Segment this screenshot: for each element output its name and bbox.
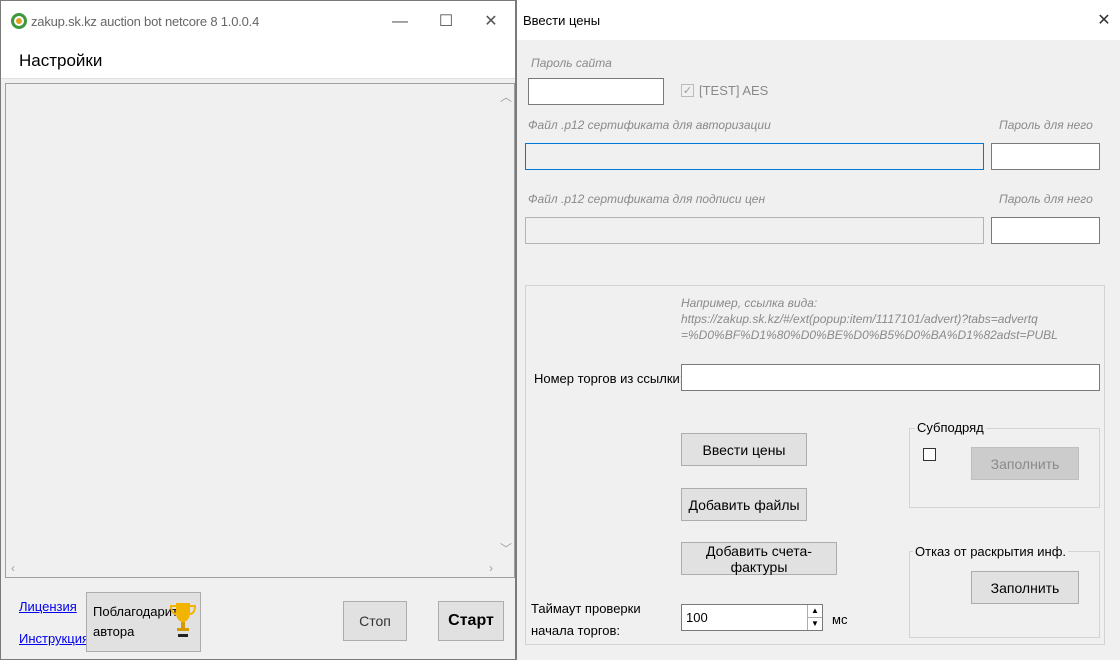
scroll-down-icon[interactable]: ﹀ <box>500 540 512 557</box>
dialog-titlebar: Ввести цены ✕ <box>517 0 1120 40</box>
disclosure-group-title: Отказ от раскрытия инф. <box>913 544 1069 559</box>
timeout-unit: мс <box>832 612 848 627</box>
main-titlebar: zakup.sk.kz auction bot netcore 8 1.0.0.… <box>1 1 515 41</box>
trophy-icon <box>170 603 196 637</box>
sign-cert-label: Файл .p12 сертификата для подписи цен <box>528 192 766 206</box>
link-example-line-3: =%D0%BF%D1%80%D0%BE%D0%B5%D0%BA%D1%82ads… <box>681 328 1058 342</box>
sign-cert-password-label: Пароль для него <box>999 192 1093 206</box>
settings-panel[interactable]: ︿ ﹀ ‹ › <box>5 83 515 578</box>
maximize-icon[interactable]: ☐ <box>431 7 461 37</box>
scroll-up-icon[interactable]: ︿ <box>500 88 512 105</box>
dialog-title: Ввести цены <box>523 13 601 28</box>
aes-checkbox[interactable]: ✓ <box>681 84 694 97</box>
tender-number-input[interactable] <box>681 364 1100 391</box>
main-window-title: zakup.sk.kz auction bot netcore 8 1.0.0.… <box>31 14 260 29</box>
auth-cert-file-input[interactable] <box>525 143 984 170</box>
vertical-scrollbar[interactable]: ︿ ﹀ <box>497 84 514 561</box>
stepper-down-icon[interactable]: ▼ <box>808 618 822 630</box>
timeout-label-line-2: начала торгов: <box>531 623 621 638</box>
link-example-line-1: Например, ссылка вида: <box>681 296 818 310</box>
start-button[interactable]: Старт <box>438 601 504 641</box>
menu-bar: Настройки <box>1 41 515 79</box>
site-password-label: Пароль сайта <box>531 56 612 70</box>
auth-cert-label: Файл .p12 сертификата для авторизации <box>528 118 771 132</box>
thank-author-button[interactable]: Поблагодарить автора <box>86 592 201 652</box>
site-password-input[interactable] <box>528 78 664 105</box>
subcontract-checkbox[interactable] <box>923 448 936 461</box>
dialog-close-icon[interactable]: ✕ <box>1089 6 1119 36</box>
enter-prices-button[interactable]: Ввести цены <box>681 433 807 466</box>
instruction-link[interactable]: Инструкция <box>19 631 89 646</box>
auth-cert-password-label: Пароль для него <box>999 118 1093 132</box>
scroll-left-icon[interactable]: ‹ <box>11 561 15 575</box>
link-example-line-2: https://zakup.sk.kz/#/ext(popup:item/111… <box>681 312 1038 326</box>
stop-button[interactable]: Стоп <box>343 601 407 641</box>
stepper-up-icon[interactable]: ▲ <box>808 605 822 618</box>
subcontract-group-title: Субподряд <box>915 420 986 435</box>
app-logo-icon <box>11 13 27 29</box>
link-example: Например, ссылка вида: https://zakup.sk.… <box>681 295 1058 343</box>
main-window: zakup.sk.kz auction bot netcore 8 1.0.0.… <box>0 0 516 660</box>
timeout-label-line-1: Таймаут проверки <box>531 601 641 616</box>
sign-cert-file-input[interactable] <box>525 217 984 244</box>
subcontract-fill-button[interactable]: Заполнить <box>971 447 1079 480</box>
license-link[interactable]: Лицензия <box>19 599 77 614</box>
close-icon[interactable]: ✕ <box>476 7 506 37</box>
horizontal-scrollbar[interactable]: ‹ › <box>6 560 499 577</box>
auth-cert-password-input[interactable] <box>991 143 1100 170</box>
menu-settings[interactable]: Настройки <box>19 51 102 71</box>
add-files-button[interactable]: Добавить файлы <box>681 488 807 521</box>
disclosure-fill-button[interactable]: Заполнить <box>971 571 1079 604</box>
aes-checkbox-label: [TEST] AES <box>699 83 769 98</box>
minimize-icon[interactable]: — <box>385 7 415 37</box>
timeout-input[interactable] <box>681 604 823 631</box>
enter-prices-dialog: Ввести цены ✕ Пароль сайта ✓ [TEST] AES … <box>516 0 1120 660</box>
timeout-stepper[interactable]: ▲ ▼ <box>807 605 822 630</box>
tender-number-label: Номер торгов из ссылки: <box>534 371 684 386</box>
add-invoices-button[interactable]: Добавить счета-фактуры <box>681 542 837 575</box>
timeout-label: Таймаут проверки начала торгов: <box>531 598 641 642</box>
scroll-right-icon[interactable]: › <box>489 561 493 575</box>
sign-cert-password-input[interactable] <box>991 217 1100 244</box>
